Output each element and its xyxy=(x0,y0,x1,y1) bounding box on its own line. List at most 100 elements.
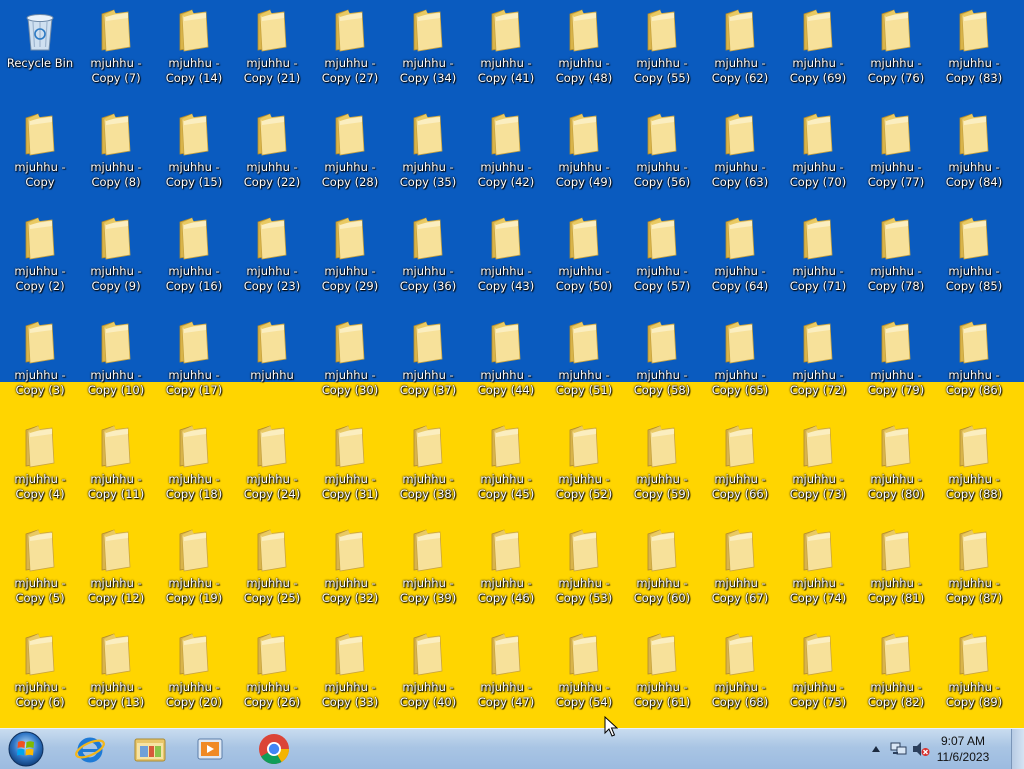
desktop-folder[interactable]: mjuhhu - Copy (82) xyxy=(859,624,933,720)
desktop-folder[interactable]: mjuhhu - Copy (25) xyxy=(235,520,309,616)
desktop-folder[interactable]: mjuhhu - Copy (7) xyxy=(79,0,153,96)
desktop-folder[interactable]: mjuhhu - Copy (34) xyxy=(391,0,465,96)
desktop-folder[interactable]: mjuhhu - Copy (30) xyxy=(313,312,387,408)
desktop-folder[interactable]: mjuhhu - Copy (43) xyxy=(469,208,543,304)
desktop-folder[interactable]: mjuhhu - Copy (72) xyxy=(781,312,855,408)
desktop[interactable]: Recycle Bin mjuhhu - Copy (7) mjuhhu - Cop… xyxy=(0,0,1024,728)
desktop-folder[interactable]: mjuhhu - Copy (54) xyxy=(547,624,621,720)
recycle-bin[interactable]: Recycle Bin xyxy=(3,0,77,96)
desktop-folder[interactable]: mjuhhu - Copy (13) xyxy=(79,624,153,720)
desktop-folder[interactable]: mjuhhu - Copy (79) xyxy=(859,312,933,408)
desktop-folder[interactable]: mjuhhu - Copy (50) xyxy=(547,208,621,304)
taskbar-internet-explorer[interactable] xyxy=(62,730,118,768)
desktop-folder[interactable]: mjuhhu - Copy (18) xyxy=(157,416,231,512)
desktop-folder[interactable]: mjuhhu - Copy (12) xyxy=(79,520,153,616)
desktop-folder[interactable]: mjuhhu - Copy (29) xyxy=(313,208,387,304)
desktop-folder[interactable]: mjuhhu - Copy (61) xyxy=(625,624,699,720)
desktop-folder[interactable]: mjuhhu - Copy (83) xyxy=(937,0,1011,96)
desktop-folder[interactable]: mjuhhu - Copy (27) xyxy=(313,0,387,96)
desktop-folder[interactable]: mjuhhu - Copy (46) xyxy=(469,520,543,616)
desktop-folder[interactable]: mjuhhu - Copy (10) xyxy=(79,312,153,408)
desktop-folder[interactable]: mjuhhu - Copy (70) xyxy=(781,104,855,200)
desktop-folder[interactable]: mjuhhu - Copy xyxy=(3,104,77,200)
desktop-folder[interactable]: mjuhhu - Copy (8) xyxy=(79,104,153,200)
desktop-folder[interactable]: mjuhhu - Copy (60) xyxy=(625,520,699,616)
desktop-folder[interactable]: mjuhhu - Copy (66) xyxy=(703,416,777,512)
desktop-folder[interactable]: mjuhhu - Copy (81) xyxy=(859,520,933,616)
desktop-folder[interactable]: mjuhhu - Copy (75) xyxy=(781,624,855,720)
taskbar-media-player[interactable] xyxy=(182,730,238,768)
desktop-folder[interactable]: mjuhhu - Copy (45) xyxy=(469,416,543,512)
desktop-folder[interactable]: mjuhhu - Copy (87) xyxy=(937,520,1011,616)
desktop-folder[interactable]: mjuhhu - Copy (41) xyxy=(469,0,543,96)
desktop-folder[interactable]: mjuhhu - Copy (28) xyxy=(313,104,387,200)
desktop-folder[interactable]: mjuhhu - Copy (76) xyxy=(859,0,933,96)
desktop-folder[interactable]: mjuhhu - Copy (59) xyxy=(625,416,699,512)
desktop-folder[interactable]: mjuhhu - Copy (51) xyxy=(547,312,621,408)
desktop-folder[interactable]: mjuhhu - Copy (84) xyxy=(937,104,1011,200)
desktop-folder[interactable]: mjuhhu - Copy (5) xyxy=(3,520,77,616)
desktop-folder[interactable]: mjuhhu - Copy (48) xyxy=(547,0,621,96)
desktop-folder[interactable]: mjuhhu - Copy (19) xyxy=(157,520,231,616)
desktop-folder[interactable]: mjuhhu - Copy (69) xyxy=(781,0,855,96)
desktop-folder[interactable]: mjuhhu - Copy (26) xyxy=(235,624,309,720)
desktop-folder[interactable]: mjuhhu - Copy (67) xyxy=(703,520,777,616)
desktop-folder[interactable]: mjuhhu - Copy (80) xyxy=(859,416,933,512)
desktop-folder[interactable]: mjuhhu - Copy (71) xyxy=(781,208,855,304)
network-status[interactable] xyxy=(890,741,908,757)
desktop-folder[interactable]: mjuhhu - Copy (44) xyxy=(469,312,543,408)
desktop-folder[interactable]: mjuhhu - Copy (22) xyxy=(235,104,309,200)
desktop-folder[interactable]: mjuhhu - Copy (16) xyxy=(157,208,231,304)
desktop-folder[interactable]: mjuhhu - Copy (2) xyxy=(3,208,77,304)
desktop-folder[interactable]: mjuhhu - Copy (65) xyxy=(703,312,777,408)
taskbar-windows-explorer[interactable] xyxy=(122,730,178,768)
desktop-folder[interactable]: mjuhhu - Copy (23) xyxy=(235,208,309,304)
desktop-folder[interactable]: mjuhhu - Copy (73) xyxy=(781,416,855,512)
desktop-folder[interactable]: mjuhhu - Copy (40) xyxy=(391,624,465,720)
clock[interactable]: 9:07 AM 11/6/2023 xyxy=(928,733,998,765)
show-desktop-button[interactable] xyxy=(1011,729,1024,769)
desktop-folder[interactable]: mjuhhu - Copy (33) xyxy=(313,624,387,720)
taskbar-google-chrome[interactable] xyxy=(246,730,302,768)
desktop-folder[interactable]: mjuhhu - Copy (4) xyxy=(3,416,77,512)
desktop-folder[interactable]: mjuhhu - Copy (74) xyxy=(781,520,855,616)
desktop-folder[interactable]: mjuhhu - Copy (56) xyxy=(625,104,699,200)
desktop-folder[interactable]: mjuhhu - Copy (63) xyxy=(703,104,777,200)
desktop-folder[interactable]: mjuhhu - Copy (37) xyxy=(391,312,465,408)
desktop-folder[interactable]: mjuhhu - Copy (20) xyxy=(157,624,231,720)
desktop-folder[interactable]: mjuhhu - Copy (39) xyxy=(391,520,465,616)
desktop-folder[interactable]: mjuhhu - Copy (42) xyxy=(469,104,543,200)
desktop-folder[interactable]: mjuhhu - Copy (64) xyxy=(703,208,777,304)
desktop-folder[interactable]: mjuhhu - Copy (62) xyxy=(703,0,777,96)
desktop-folder[interactable]: mjuhhu - Copy (3) xyxy=(3,312,77,408)
desktop-folder[interactable]: mjuhhu - Copy (85) xyxy=(937,208,1011,304)
desktop-folder[interactable]: mjuhhu - Copy (52) xyxy=(547,416,621,512)
desktop-folder[interactable]: mjuhhu - Copy (31) xyxy=(313,416,387,512)
desktop-folder[interactable]: mjuhhu - Copy (35) xyxy=(391,104,465,200)
desktop-folder[interactable]: mjuhhu - Copy (86) xyxy=(937,312,1011,408)
desktop-folder[interactable]: mjuhhu - Copy (78) xyxy=(859,208,933,304)
desktop-folder[interactable]: mjuhhu - Copy (38) xyxy=(391,416,465,512)
desktop-folder[interactable]: mjuhhu - Copy (21) xyxy=(235,0,309,96)
desktop-folder[interactable]: mjuhhu - Copy (36) xyxy=(391,208,465,304)
desktop-folder[interactable]: mjuhhu - Copy (11) xyxy=(79,416,153,512)
desktop-folder[interactable]: mjuhhu - Copy (49) xyxy=(547,104,621,200)
desktop-folder[interactable]: mjuhhu - Copy (47) xyxy=(469,624,543,720)
desktop-folder[interactable]: mjuhhu - Copy (9) xyxy=(79,208,153,304)
desktop-folder[interactable]: mjuhhu - Copy (32) xyxy=(313,520,387,616)
desktop-folder[interactable]: mjuhhu - Copy (17) xyxy=(157,312,231,408)
start-button[interactable] xyxy=(4,730,48,768)
desktop-folder[interactable]: mjuhhu - Copy (68) xyxy=(703,624,777,720)
desktop-folder[interactable]: mjuhhu - Copy (24) xyxy=(235,416,309,512)
desktop-folder[interactable]: mjuhhu - Copy (57) xyxy=(625,208,699,304)
desktop-folder[interactable]: mjuhhu - Copy (14) xyxy=(157,0,231,96)
desktop-folder[interactable]: mjuhhu - Copy (77) xyxy=(859,104,933,200)
desktop-folder[interactable]: mjuhhu - Copy (53) xyxy=(547,520,621,616)
desktop-folder[interactable]: mjuhhu - Copy (55) xyxy=(625,0,699,96)
show-hidden-icons-button[interactable] xyxy=(870,743,882,755)
desktop-folder[interactable]: mjuhhu - Copy (6) xyxy=(3,624,77,720)
desktop-folder[interactable]: mjuhhu - Copy (89) xyxy=(937,624,1011,720)
desktop-folder[interactable]: mjuhhu - Copy (15) xyxy=(157,104,231,200)
desktop-folder[interactable]: mjuhhu - Copy (58) xyxy=(625,312,699,408)
desktop-folder[interactable]: mjuhhu xyxy=(235,312,309,408)
